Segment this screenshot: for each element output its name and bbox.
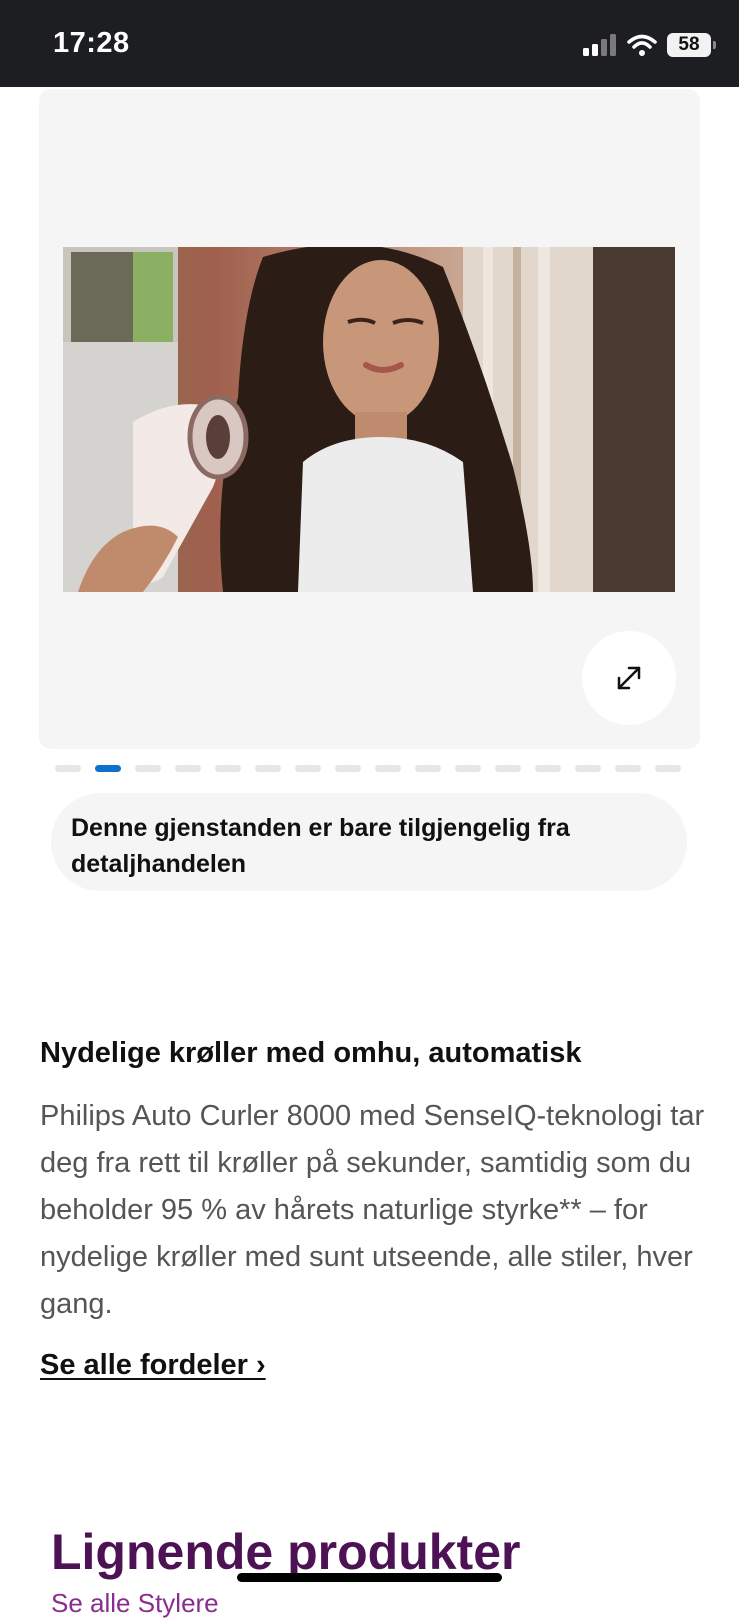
see-all-benefits-link[interactable]: Se alle fordeler › — [40, 1349, 266, 1382]
product-photo — [63, 247, 675, 592]
feature-title: Nydelige krøller med omhu, automatisk — [40, 1037, 582, 1069]
carousel-dot[interactable] — [615, 765, 641, 772]
carousel-dot[interactable] — [535, 765, 561, 772]
carousel-dot[interactable] — [575, 765, 601, 772]
carousel-dot[interactable] — [375, 765, 401, 772]
carousel-dot[interactable] — [655, 765, 681, 772]
carousel-dot[interactable] — [175, 765, 201, 772]
battery-level: 58 — [678, 34, 700, 55]
expand-arrows-icon — [617, 666, 641, 690]
status-bar: 17:28 58 — [0, 0, 739, 87]
signal-icon — [583, 34, 616, 56]
carousel-dot[interactable] — [295, 765, 321, 772]
status-icons: 58 — [583, 30, 716, 60]
carousel-dot[interactable] — [55, 765, 81, 772]
carousel-dot[interactable] — [135, 765, 161, 772]
carousel-dot[interactable] — [415, 765, 441, 772]
carousel-dot[interactable] — [455, 765, 481, 772]
carousel-pagination — [55, 765, 681, 772]
carousel-dot[interactable] — [255, 765, 281, 772]
availability-note: Denne gjenstanden er bare tilgjengelig f… — [51, 793, 687, 891]
home-indicator — [237, 1573, 502, 1582]
feature-description: Philips Auto Curler 8000 med SenseIQ-tek… — [40, 1100, 705, 1320]
carousel-dot[interactable] — [215, 765, 241, 772]
battery-icon: 58 — [667, 33, 716, 57]
expand-image-button[interactable] — [582, 631, 676, 725]
carousel-dot[interactable] — [335, 765, 361, 772]
product-image-gallery[interactable] — [39, 89, 700, 749]
carousel-dot[interactable] — [95, 765, 121, 772]
carousel-dot[interactable] — [495, 765, 521, 772]
status-time: 17:28 — [53, 27, 130, 59]
wifi-icon — [627, 34, 657, 56]
see-all-stylers-link[interactable]: Se alle Stylere — [51, 1588, 219, 1619]
